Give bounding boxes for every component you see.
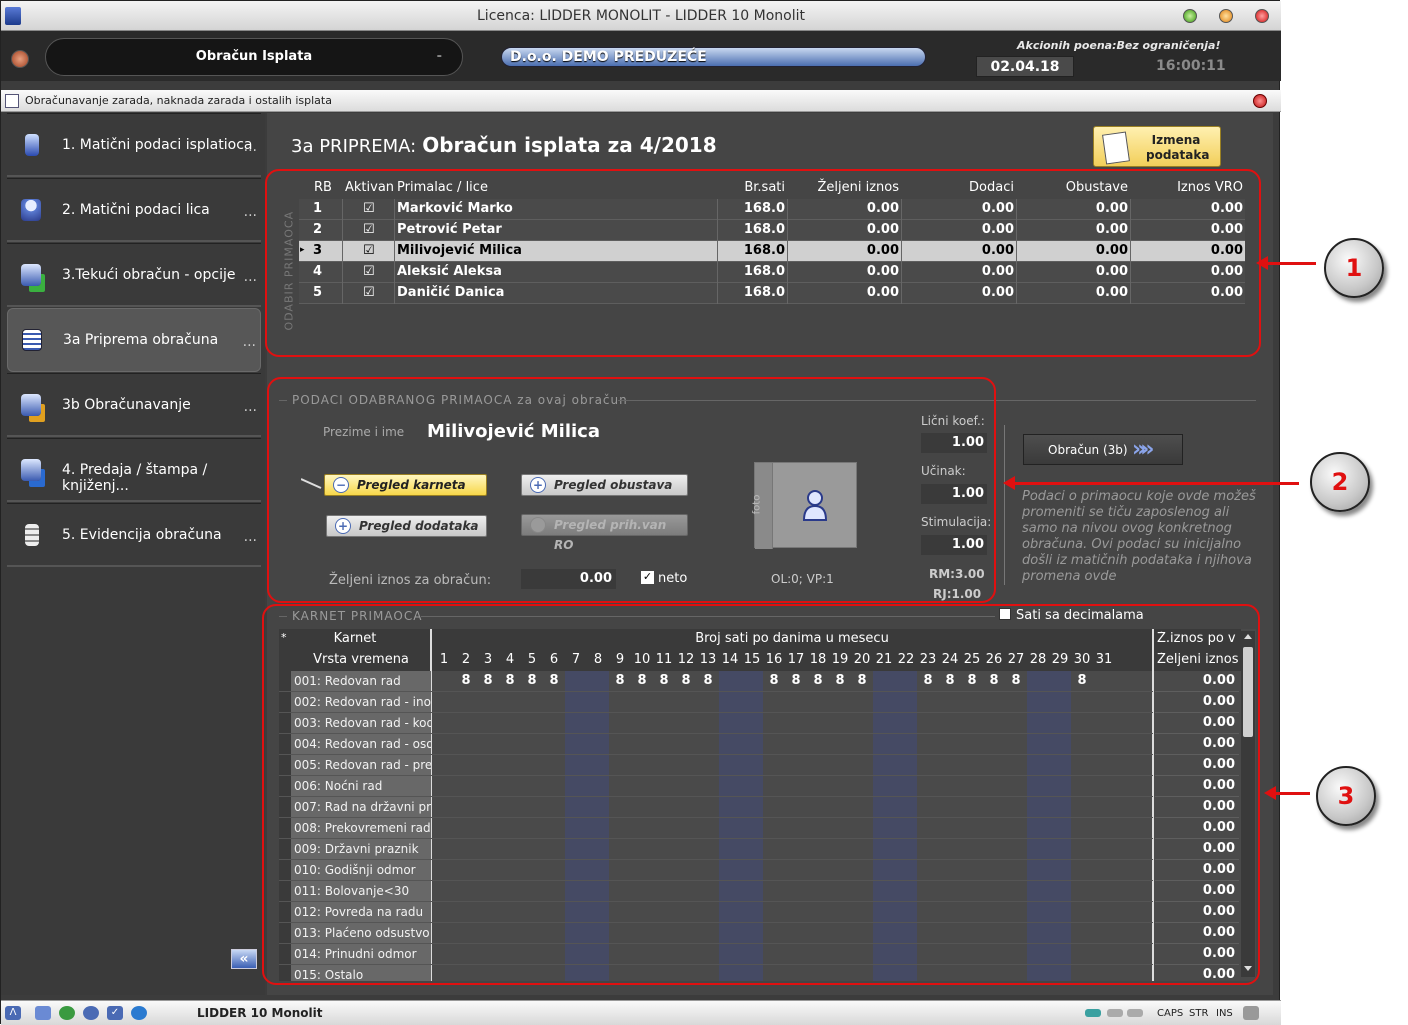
- sidebar-item-label: 3.Tekući obračun - opcije: [62, 267, 236, 283]
- document-icon: [5, 94, 19, 108]
- annotation-arrow-2: [1003, 476, 1299, 490]
- edit-data-label: Izmena podataka: [1146, 133, 1210, 162]
- sidebar-item-dots: ...: [242, 334, 256, 350]
- annotation-box-2: [267, 377, 996, 603]
- database-info-icon: [21, 459, 41, 481]
- window-icon[interactable]: [35, 1006, 51, 1020]
- ins-indicator: INS: [1216, 1008, 1233, 1019]
- sidebar-item-label: 3b Obračunavanje: [62, 397, 191, 413]
- date-display: 02.04.18: [976, 56, 1074, 77]
- title-bar: Licenca: LIDDER MONOLIT - LIDDER 10 Mono…: [1, 1, 1281, 31]
- sidebar-item-label: 2. Matični podaci lica: [62, 202, 210, 218]
- subwindow-title: Obračunavanje zarada, naknada zarada i o…: [25, 94, 332, 107]
- company-name[interactable]: D.o.o. DEMO PREDUZEĆE: [501, 47, 926, 67]
- sidebar-item-label: 5. Evidencija obračuna: [62, 527, 222, 543]
- window-title: Licenca: LIDDER MONOLIT - LIDDER 10 Mono…: [477, 8, 805, 24]
- help-icon[interactable]: [131, 1006, 147, 1020]
- str-indicator: STR: [1189, 1008, 1209, 1019]
- annotation-badge-1: 1: [1324, 238, 1384, 298]
- annotation-badge-3: 3: [1316, 766, 1376, 826]
- collapse-sidebar-button[interactable]: «: [231, 949, 257, 969]
- globe-icon[interactable]: [59, 1006, 75, 1020]
- time-display: 16:00:11: [1156, 58, 1226, 74]
- sidebar-item-dots: ...: [243, 529, 257, 545]
- page-title-main: Obračun isplata za 4/2018: [422, 133, 717, 157]
- sidebar-item-priprema[interactable]: 3a Priprema obračuna ...: [7, 308, 261, 372]
- bottle-icon: [25, 134, 39, 156]
- annotation-box-1: [265, 169, 1261, 357]
- home-icon[interactable]: [11, 50, 29, 68]
- caps-indicator: CAPS: [1157, 1008, 1184, 1019]
- person-icon: [21, 199, 41, 221]
- database-check-icon: [21, 264, 41, 286]
- page-title-prefix: 3a PRIPREMA:: [291, 136, 417, 157]
- maximize-icon[interactable]: [1219, 9, 1233, 23]
- annotation-arrow-3: [1264, 786, 1310, 800]
- sidebar: 1. Matični podaci isplatioca ... 2. Mati…: [1, 113, 265, 995]
- list-icon: [22, 329, 42, 351]
- sidebar-item-label: 4. Predaja / štampa / knjiženj...: [62, 462, 208, 494]
- sidebar-item-dots: ...: [243, 269, 257, 285]
- close-icon[interactable]: [1255, 9, 1269, 23]
- sidebar-item-dots: ...: [243, 399, 257, 415]
- resize-grip-icon[interactable]: [1243, 1006, 1259, 1020]
- sidebar-item-label: 1. Matični podaci isplatioca: [62, 137, 253, 153]
- obracun-label: Obračun (3b): [1048, 443, 1128, 457]
- sidebar-item-predaja[interactable]: 4. Predaja / štampa / knjiženj...: [7, 438, 261, 502]
- archive-icon: [25, 524, 39, 546]
- database-gear-icon: [21, 394, 41, 416]
- check-icon[interactable]: ✓: [107, 1006, 123, 1020]
- keyboard-indicator-icon: [1085, 1009, 1101, 1017]
- app-small-icon[interactable]: Λ: [5, 1006, 21, 1020]
- edit-data-button[interactable]: Izmena podataka: [1093, 126, 1221, 167]
- sidebar-item-obracunavanje[interactable]: 3b Obračunavanje ...: [7, 373, 261, 437]
- page-title: 3a PRIPREMA: Obračun isplata za 4/2018: [291, 133, 717, 157]
- keyboard-indicator-icon: [1107, 1009, 1123, 1017]
- sidebar-item-tekuci-obracun[interactable]: 3.Tekući obračun - opcije ...: [7, 243, 261, 307]
- details-divider: [1004, 425, 1005, 585]
- user-icon[interactable]: [83, 1006, 99, 1020]
- module-selector[interactable]: Obračun Isplata -: [45, 38, 463, 76]
- keyboard-indicator-icon: [1127, 1009, 1143, 1017]
- module-dash: -: [436, 49, 442, 64]
- status-bar: Λ ✓ LIDDER 10 Monolit CAPS STR INS: [1, 1000, 1281, 1025]
- subwindow-close-icon[interactable]: [1253, 94, 1267, 108]
- sidebar-item-label: 3a Priprema obračuna: [63, 332, 219, 348]
- info-note: Podaci o primaocu koje ovde možeš promen…: [1022, 489, 1256, 584]
- clipboard-edit-icon: [1102, 131, 1130, 165]
- annotation-badge-2: 2: [1310, 452, 1370, 512]
- module-name: Obračun Isplata: [195, 49, 313, 64]
- annotation-arrow-1: [1256, 256, 1316, 270]
- sidebar-item-maticni-isplatioca[interactable]: 1. Matični podaci isplatioca ...: [7, 113, 261, 177]
- promo-text: Akcionih poena:Bez ograničenja!: [1017, 39, 1221, 52]
- obracun-button[interactable]: Obračun (3b) »»: [1023, 434, 1183, 465]
- minimize-icon[interactable]: [1183, 9, 1197, 23]
- status-app-name: LIDDER 10 Monolit: [197, 1006, 323, 1020]
- subwindow-bar: Obračunavanje zarada, naknada zarada i o…: [1, 90, 1281, 112]
- sidebar-item-maticni-lica[interactable]: 2. Matični podaci lica ...: [7, 178, 261, 242]
- sidebar-item-dots: ...: [243, 139, 257, 155]
- annotation-box-3: [262, 604, 1260, 985]
- double-chevron-right-icon: »»: [1132, 437, 1155, 462]
- sidebar-item-evidencija[interactable]: 5. Evidencija obračuna ...: [7, 503, 261, 567]
- sidebar-item-dots: ...: [243, 204, 257, 220]
